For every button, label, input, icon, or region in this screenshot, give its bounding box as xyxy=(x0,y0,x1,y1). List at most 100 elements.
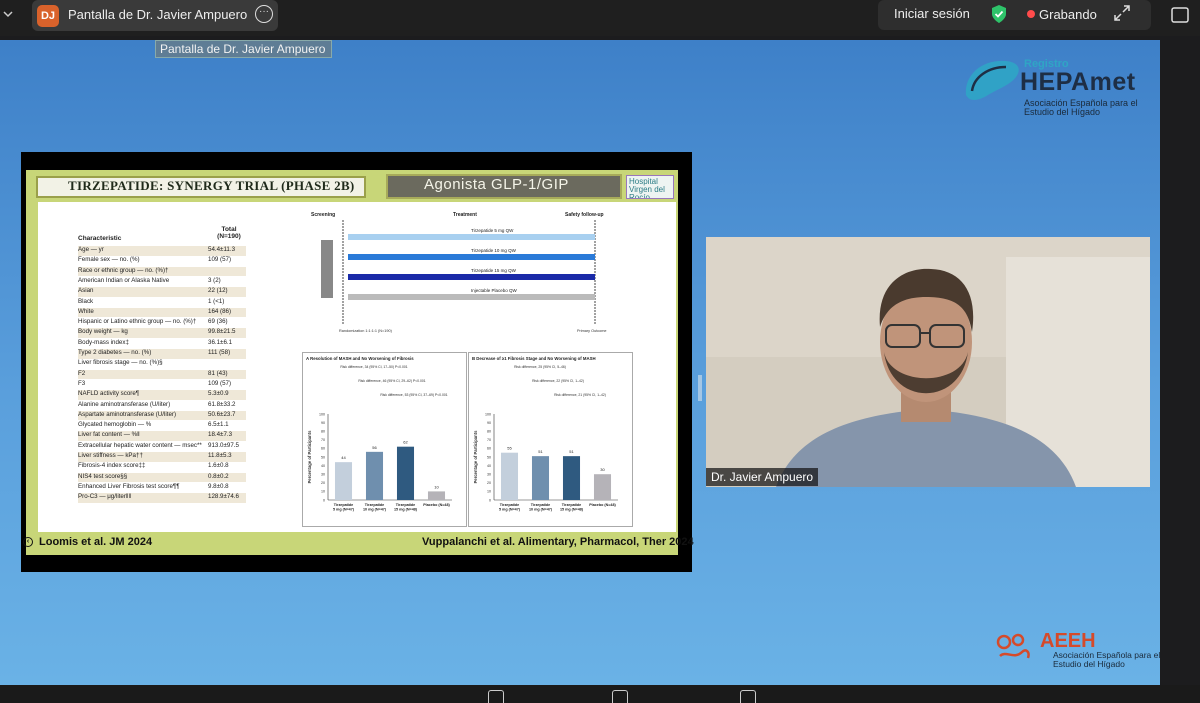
shield-check-icon[interactable] xyxy=(990,4,1008,24)
chart-data-label: 55 xyxy=(507,446,512,451)
chart-y-tick: 80 xyxy=(321,430,325,434)
chart-y-tick: 70 xyxy=(321,438,325,442)
chart-y-label: Percentage of Participants xyxy=(473,430,478,483)
chart-data-label: 62 xyxy=(403,440,408,445)
chart-x-tick: Tirzepatide xyxy=(562,503,581,507)
chart-y-tick: 90 xyxy=(487,421,491,425)
table-cell-label: American Indian or Alaska Native xyxy=(78,276,170,284)
table-cell-label: Asian xyxy=(78,287,94,295)
login-button[interactable]: Iniciar sesión xyxy=(894,6,970,21)
design-arm-label: Injectable Placebo QW xyxy=(471,288,518,293)
slide-prev-icon[interactable]: ‹ xyxy=(23,537,33,548)
chart-bar xyxy=(531,456,550,500)
table-cell-value: 50.6±23.7 xyxy=(208,410,236,418)
table-cell-label: White xyxy=(78,307,94,315)
table-row: Body-mass index‡ 36.1±6.1 xyxy=(78,339,246,349)
table-cell-value: 54.4±11.3 xyxy=(208,246,236,253)
chat-icon[interactable] xyxy=(740,690,756,703)
table-cell-label: Pro-C3 — μg/liter‖‖ xyxy=(78,493,132,501)
table-cell-value: 36.1±6.1 xyxy=(208,338,233,346)
webcam-video[interactable] xyxy=(706,237,1150,487)
chart-bar xyxy=(334,462,353,500)
window-icon[interactable] xyxy=(1170,5,1190,25)
chart-annotation: Risk difference, 34 (95% CI, 17–50) P<0.… xyxy=(340,365,407,369)
chart-y-label: Percentage of Participants xyxy=(307,430,312,483)
table-cell-value: 6.5±1.1 xyxy=(208,421,229,429)
table-row: White 164 (86) xyxy=(78,307,246,318)
slide-footer-left: ‹ Loomis et al. JM 2024 xyxy=(23,536,152,548)
design-arm-bar xyxy=(348,274,595,280)
participants-icon[interactable] xyxy=(488,690,504,703)
slide-footer-left-text: Loomis et al. JM 2024 xyxy=(39,536,153,548)
chart-x-tick: 10 mg (N=47) xyxy=(529,508,553,512)
chart-y-tick: 10 xyxy=(487,490,491,494)
chart-y-tick: 30 xyxy=(321,473,325,477)
design-arm-label: Tirzepatide 5 mg QW xyxy=(471,228,514,233)
table-cell-label: Extracellular hepatic water content — ms… xyxy=(78,441,202,449)
recording-label[interactable]: Grabando xyxy=(1039,7,1097,22)
hepamet-name: HEPAmet xyxy=(1020,68,1136,96)
chart-y-tick: 60 xyxy=(321,447,325,451)
table-cell-label: Black xyxy=(78,297,94,305)
table-row: Age — yr 54.4±11.3 xyxy=(78,246,246,256)
table-row: Aspartate aminotransferase (U/liter) 50.6… xyxy=(78,410,246,421)
table-row: Asian 22 (12) xyxy=(78,287,246,297)
chart-y-tick: 70 xyxy=(487,438,491,442)
chart-data-label: 51 xyxy=(569,449,574,454)
chart-bar xyxy=(396,446,415,500)
chart-annotation: Risk difference, 21 (95% CI, 1–42) xyxy=(554,393,606,397)
share-title: Pantalla de Dr. Javier Ampuero xyxy=(68,7,248,22)
table-row: Extracellular hepatic water content — ms… xyxy=(78,442,246,452)
table-cell-label: F3 xyxy=(78,379,86,387)
table-cell-value: 128.9±74.6 xyxy=(208,493,239,501)
design-treatment-label: Treatment xyxy=(453,212,477,218)
slide-footer-right: Vuppalanchi et al. Alimentary, Pharmacol… xyxy=(422,536,694,548)
table-row: NAFLD activity score¶ 5.3±0.9 xyxy=(78,390,246,400)
recording-dot xyxy=(1027,10,1035,18)
chart-data-label: 10 xyxy=(434,484,439,489)
baseline-table: Age — yr 54.4±11.3 Female sex — no. (%) 109… xyxy=(78,246,246,506)
chart-x-tick: 5 mg (N=47) xyxy=(333,508,355,512)
table-cell-value: 164 (86) xyxy=(208,307,232,315)
chart-data-label: 44 xyxy=(341,455,346,460)
bottom-toolbar xyxy=(0,685,1200,703)
table-header-characteristic: Characteristic xyxy=(78,235,122,242)
table-cell-value: 69 (36) xyxy=(208,318,228,326)
chart-a: A Resolution of MASH and No Worsening of… xyxy=(306,356,452,512)
table-row: Type 2 diabetes — no. (%) 111 (58) xyxy=(78,349,246,359)
table-cell-label: Fibrosis-4 index score‡‡ xyxy=(78,462,146,470)
table-cell-label: Body weight — kg xyxy=(78,328,128,336)
chart-y-tick: 40 xyxy=(321,464,325,468)
table-cell-label: NAFLD activity score¶ xyxy=(78,390,140,398)
table-row: Fibrosis-4 index score‡‡ 1.6±0.8 xyxy=(78,462,246,472)
table-cell-label: F2 xyxy=(78,369,86,377)
aeeh-subtitle: Asociación Española para el Estudio del … xyxy=(1053,650,1161,669)
table-cell-label: Body-mass index‡ xyxy=(78,338,129,346)
chevron-down-icon[interactable] xyxy=(2,8,18,24)
help-icon[interactable] xyxy=(612,690,628,703)
table-cell-value: 913.0±97.5 xyxy=(208,441,239,449)
chart-y-tick: 50 xyxy=(321,455,325,459)
chart-y-tick: 60 xyxy=(487,447,491,451)
table-row: Female sex — no. (%) 109 (57) xyxy=(78,256,246,266)
chart-x-tick: 15 mg (N=48) xyxy=(394,508,418,512)
fullscreen-icon[interactable] xyxy=(1113,4,1131,22)
design-arm-label: Tirzepatide 10 mg QW xyxy=(471,248,517,253)
chart-annotation: Risk difference, 53 (95% CI, 37–69) P<0.… xyxy=(380,393,447,397)
table-cell-label: Hispanic or Latino ethnic group — no. (%… xyxy=(78,318,197,326)
table-cell-label: Age — yr xyxy=(78,246,104,253)
table-row: Glycated hemoglobin — % 6.5±1.1 xyxy=(78,421,246,431)
chart-y-tick: 100 xyxy=(485,412,491,416)
table-cell-value: 1 (<1) xyxy=(208,297,225,305)
design-arm-bar xyxy=(348,254,595,260)
chart-title: B Decrease of ≥1 Fibrosis Stage and No W… xyxy=(472,356,596,361)
slide-banner-text: Agonista GLP-1/GIP xyxy=(424,176,569,193)
chart-bar xyxy=(593,474,612,500)
participant-name-label: Dr. Javier Ampuero xyxy=(706,468,819,486)
design-arm-label: Tirzepatide 15 mg QW xyxy=(471,268,517,273)
pane-divider-handle[interactable] xyxy=(697,373,703,403)
table-row: F3 109 (57) xyxy=(78,380,246,390)
table-cell-value: 81 (43) xyxy=(208,369,228,377)
table-cell-value: 111 (58) xyxy=(208,349,231,356)
more-icon[interactable]: ··· xyxy=(255,5,273,23)
